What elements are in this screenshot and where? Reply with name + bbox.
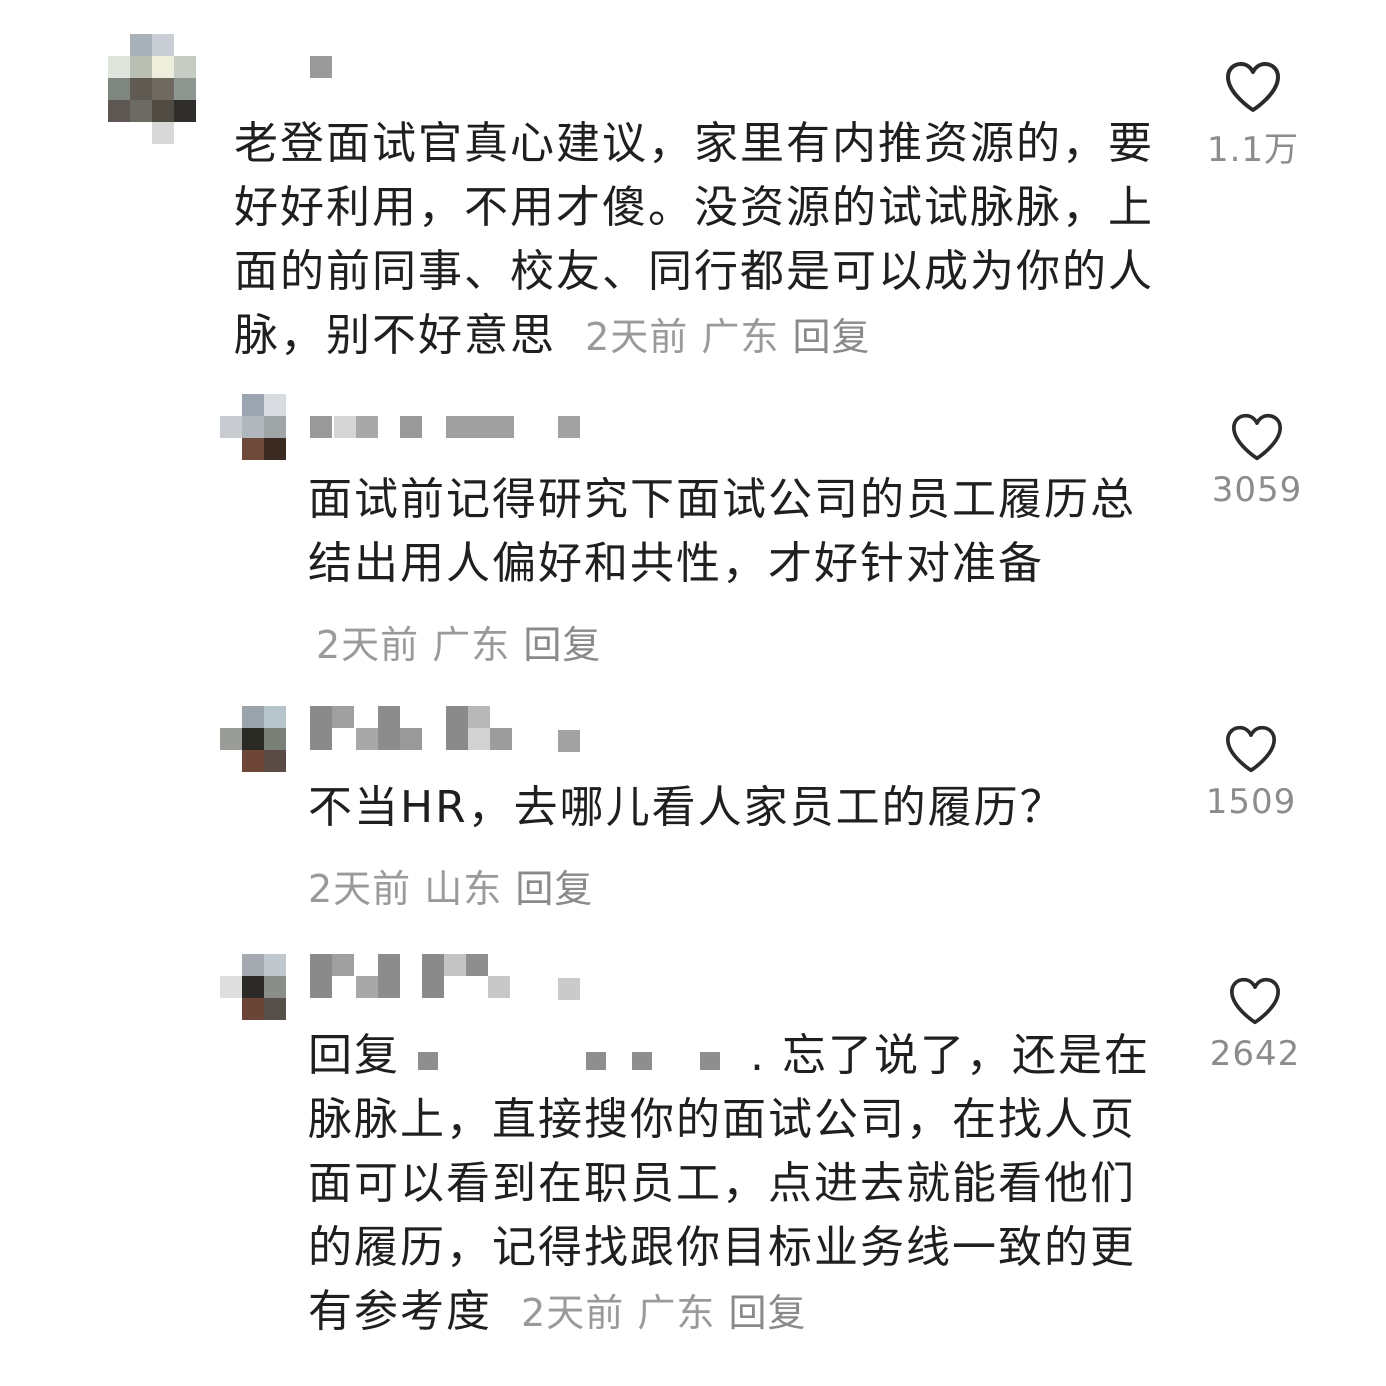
comment-location: 广东 (432, 623, 511, 667)
comment-text: 面试前记得研究下面试公司的员工履历总结出用人偏好和共性，才好针对准备 (308, 474, 1136, 589)
like-count: 2642 (1209, 1034, 1301, 1074)
heart-outline-icon (1225, 725, 1276, 773)
like-button[interactable]: 1509 (1196, 724, 1306, 822)
reply-button[interactable]: 回复 (792, 315, 870, 359)
comment-text: 老登面试官真心建议，家里有内推资源的，要好好利用，不用才傻。没资源的试试脉脉，上… (234, 118, 1154, 361)
comment-text: 不当HR，去哪儿看人家员工的履历？ (308, 782, 1066, 833)
mentioned-user-redacted[interactable] (400, 1038, 750, 1078)
comment-time: 2天前 (308, 867, 412, 911)
reply-prefix: 回复 (308, 1030, 400, 1081)
comment-location: 山东 (424, 867, 503, 911)
comment-location: 广东 (701, 315, 780, 359)
username-redacted[interactable] (310, 706, 610, 752)
like-button[interactable]: 3059 (1202, 412, 1312, 510)
comment-time: 2天前 (585, 315, 689, 359)
heart-outline-icon (1226, 62, 1280, 112)
avatar[interactable] (220, 706, 288, 772)
reply-button[interactable]: 回复 (523, 623, 601, 667)
comment-location: 广东 (637, 1291, 716, 1335)
comment-time: 2天前 (316, 623, 420, 667)
reply-button[interactable]: 回复 (515, 867, 593, 911)
comment-meta: 2天前 山东 回复 (308, 858, 593, 913)
username-redacted[interactable] (310, 56, 570, 82)
comment-meta: 2天前 广东 回复 (316, 614, 601, 669)
heart-outline-icon (1231, 413, 1282, 461)
heart-outline-icon (1229, 977, 1280, 1025)
username-redacted[interactable] (310, 416, 610, 442)
avatar[interactable] (220, 394, 288, 460)
like-button[interactable]: 1.1万 (1198, 60, 1308, 171)
avatar[interactable] (220, 954, 288, 1020)
username-redacted[interactable] (310, 954, 610, 1000)
like-count: 1.1万 (1206, 130, 1300, 170)
like-count: 3059 (1211, 470, 1303, 510)
comment-meta: 2天前 广东 回复 (508, 1291, 807, 1335)
like-button[interactable]: 2642 (1200, 976, 1310, 1074)
comment-meta: 2天前 广东 回复 (572, 315, 871, 359)
reply-button[interactable]: 回复 (728, 1291, 806, 1335)
comment-time: 2天前 (521, 1291, 625, 1335)
comment-text: 回复. 忘了说了，还是在脉脉上，直接搜你的面试公司，在找人页面可以看到在职员工，… (308, 1030, 1150, 1337)
avatar[interactable] (108, 34, 198, 146)
like-count: 1509 (1205, 782, 1297, 822)
